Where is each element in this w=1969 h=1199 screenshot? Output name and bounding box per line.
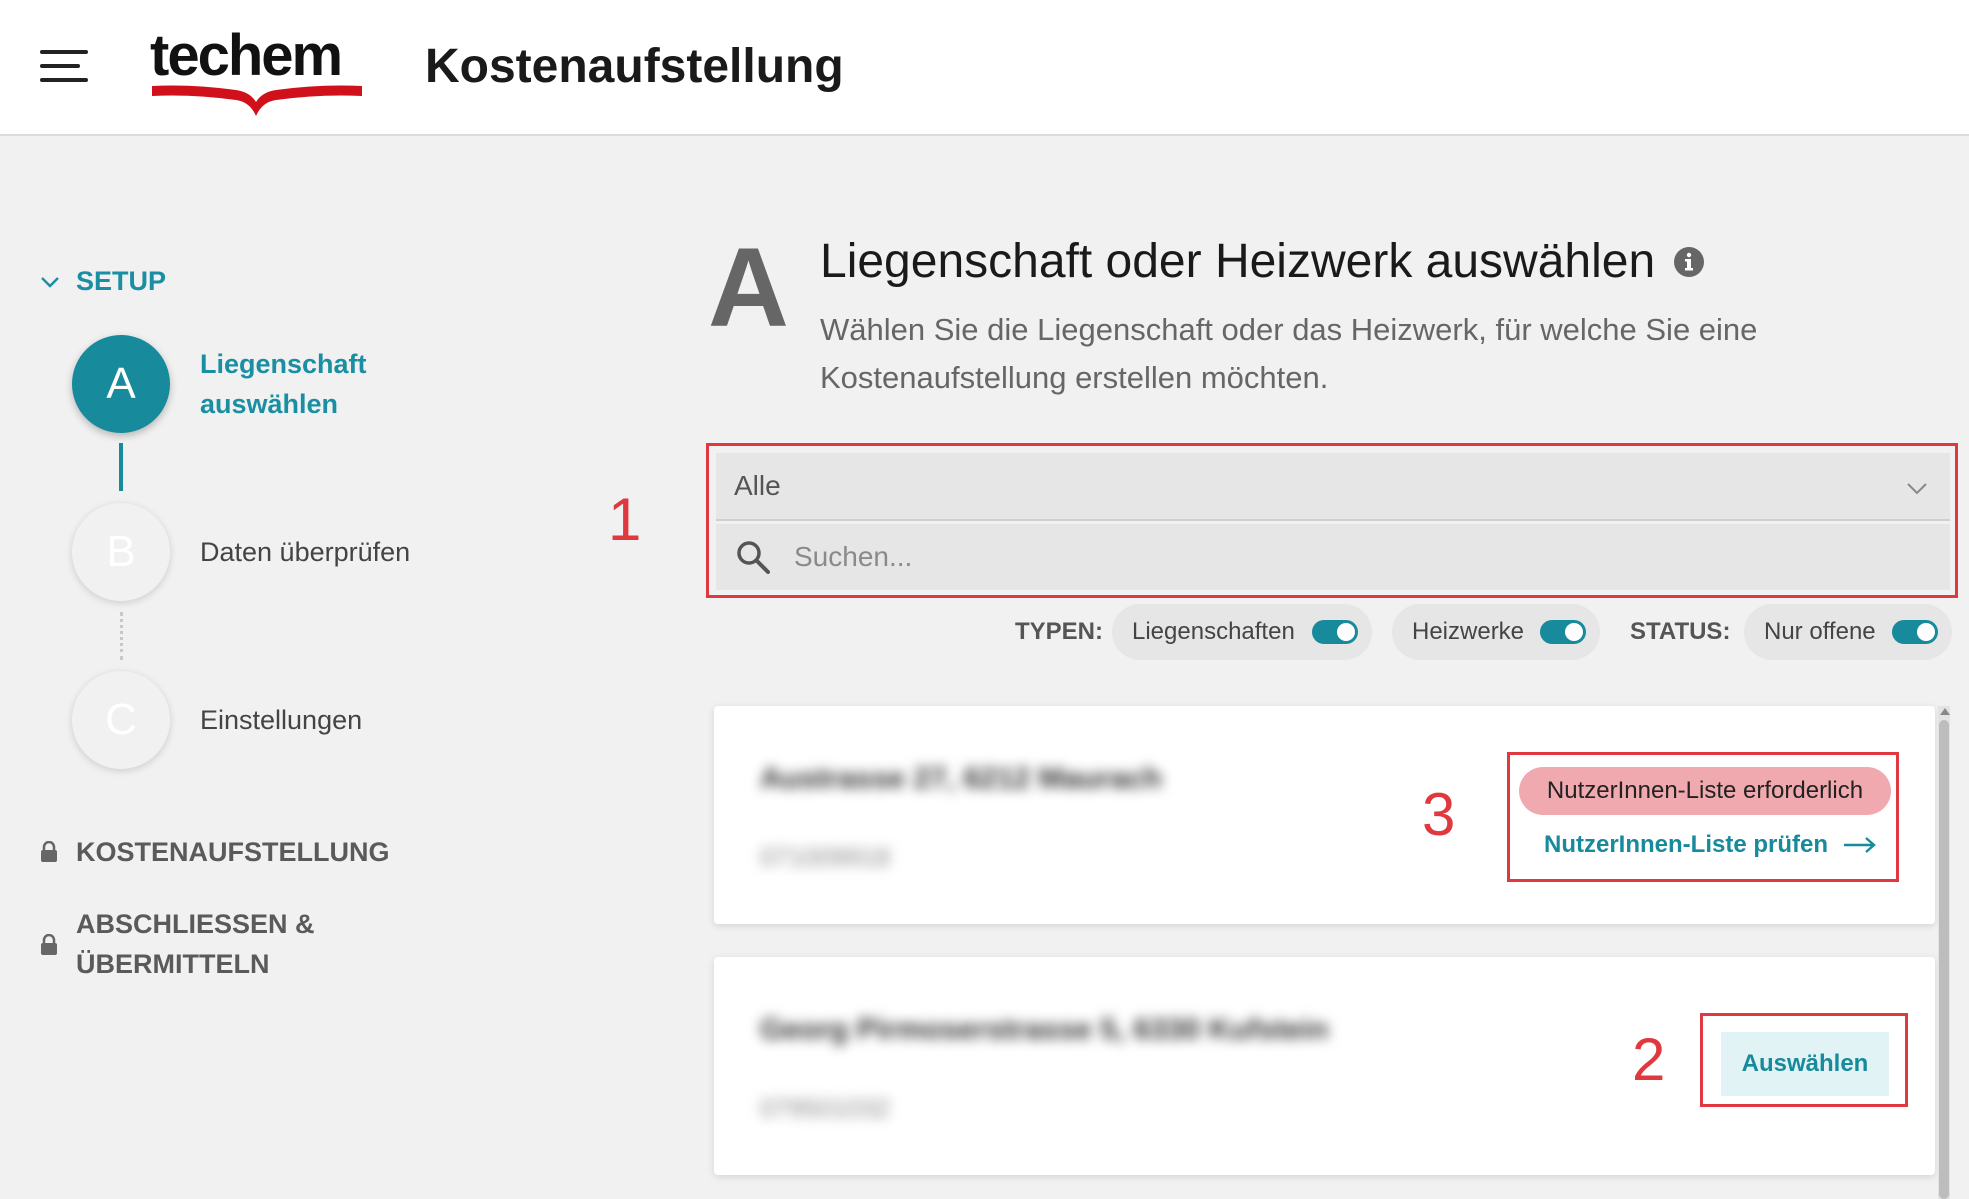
app-header: techem Kostenaufstellung — [0, 0, 1969, 136]
step-a-circle[interactable]: A — [72, 335, 170, 433]
property-address: Georg Pirmoserstrasse 5, 6330 Kufstein — [760, 1013, 1329, 1046]
type-dropdown[interactable]: Alle — [716, 453, 1950, 521]
step-connector — [119, 443, 123, 491]
link-label: NutzerInnen-Liste prüfen — [1544, 831, 1829, 858]
info-icon[interactable] — [1673, 246, 1705, 278]
sidebar-section-abschliessen: ABSCHLIESSEN & ÜBERMITTELN — [40, 904, 336, 984]
app-title: Kostenaufstellung — [425, 40, 844, 93]
filter-chip-heizwerke[interactable]: Heizwerke — [1392, 604, 1600, 660]
select-property-button[interactable]: Auswählen — [1721, 1032, 1889, 1096]
sidebar-section-kostenaufstellung: KOSTENAUFSTELLUNG — [40, 832, 390, 872]
techem-logo[interactable]: techem — [150, 22, 365, 116]
search-input[interactable] — [794, 541, 1894, 573]
step-a-label[interactable]: Liegenschaft auswählen — [200, 344, 420, 424]
setup-section-toggle[interactable]: SETUP — [38, 266, 166, 297]
annotation-number-2: 2 — [1632, 1026, 1666, 1093]
property-number: 071009918 — [760, 842, 891, 872]
search-icon — [737, 541, 770, 574]
types-filter-label: TYPEN: — [1015, 618, 1104, 645]
hamburger-menu-icon[interactable] — [40, 50, 90, 82]
status-badge: NutzerInnen-Liste erforderlich — [1519, 767, 1891, 815]
property-address: Austrasse 27, 6212 Maurach — [760, 762, 1162, 795]
filter-chip-nur-offene[interactable]: Nur offene — [1744, 604, 1952, 660]
status-filter-label: STATUS: — [1630, 618, 1731, 645]
step-connector-dotted — [120, 612, 123, 660]
arrow-right-icon — [1844, 837, 1876, 853]
sidebar-section-label: KOSTENAUFSTELLUNG — [76, 837, 390, 867]
logo-text: techem — [150, 23, 343, 88]
toggle-switch[interactable] — [1540, 620, 1586, 644]
scrollbar-thumb[interactable] — [1939, 720, 1949, 1199]
property-number: 079501032 — [760, 1093, 891, 1123]
page-description: Wählen Sie die Liegenschaft oder das Hei… — [820, 312, 1758, 395]
toggle-switch[interactable] — [1892, 620, 1938, 644]
scroll-up-icon[interactable] — [1940, 708, 1950, 715]
search-field[interactable] — [716, 524, 1950, 590]
dropdown-value: Alle — [734, 470, 781, 501]
chip-label: Heizwerke — [1412, 618, 1525, 645]
check-user-list-link[interactable]: NutzerInnen-Liste prüfen — [1544, 831, 1878, 859]
toggle-switch[interactable] — [1312, 620, 1358, 644]
step-big-letter: A — [708, 225, 789, 350]
page-title: Liegenschaft oder Heizwerk auswählen — [820, 232, 1705, 292]
annotation-number-3: 3 — [1422, 781, 1456, 848]
step-b-label: Daten überprüfen — [200, 537, 411, 567]
step-c-label: Einstellungen — [200, 705, 363, 735]
property-card[interactable]: Austrasse 27, 6212 Maurach 071009918 — [714, 706, 1935, 924]
chip-label: Liegenschaften — [1132, 618, 1295, 645]
setup-label: SETUP — [76, 266, 167, 296]
sidebar-section-label: ABSCHLIESSEN & ÜBERMITTELN — [76, 909, 315, 979]
annotation-number-1: 1 — [608, 486, 642, 553]
lock-icon — [41, 934, 57, 955]
logo-swoosh-icon — [152, 85, 362, 116]
filter-chip-liegenschaften[interactable]: Liegenschaften — [1112, 604, 1372, 660]
chevron-down-icon — [41, 276, 59, 288]
page-title-text: Liegenschaft oder Heizwerk auswählen — [820, 235, 1656, 288]
step-c-circle: C — [72, 671, 170, 769]
chip-label: Nur offene — [1764, 618, 1876, 645]
lock-icon — [41, 841, 57, 862]
chevron-down-icon — [1907, 483, 1927, 495]
step-b-circle: B — [72, 503, 170, 601]
